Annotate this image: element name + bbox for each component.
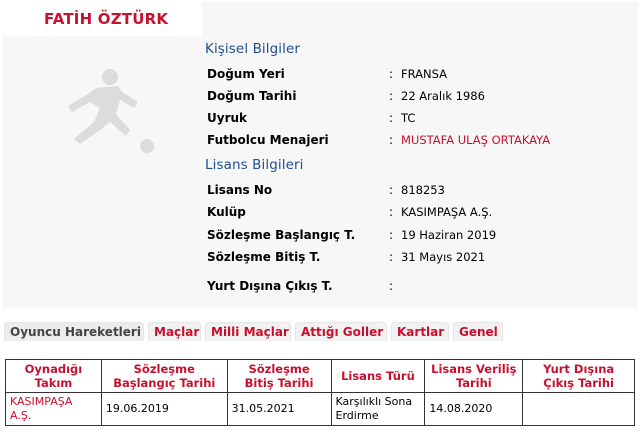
tab-goals[interactable]: Attığı Goller <box>295 322 387 341</box>
colon: : <box>389 183 394 197</box>
col-header-team: Oynadığı Takım <box>5 359 102 393</box>
license-no-value: 818253 <box>401 183 445 197</box>
tab-general[interactable]: Genel <box>453 322 503 341</box>
contract-start-cell: 19.06.2019 <box>100 392 228 426</box>
abroad-transfer-label: Yurt Dışına Çıkış T. <box>207 279 333 293</box>
birthdate-value: 22 Aralık 1986 <box>401 89 485 103</box>
colon: : <box>389 250 394 264</box>
contract-start-value: 19 Haziran 2019 <box>401 228 497 242</box>
colon: : <box>389 89 394 103</box>
tab-cards[interactable]: Kartlar <box>391 322 449 341</box>
license-info-title: Lisans Bilgileri <box>205 157 304 173</box>
colon: : <box>389 133 394 147</box>
contract-end-value: 31 Mayıs 2021 <box>401 250 486 264</box>
colon: : <box>389 228 394 242</box>
contract-start-label: Sözleşme Başlangıç T. <box>207 228 356 242</box>
colon: : <box>389 279 394 293</box>
player-profile-panel: FATİH ÖZTÜRK Kişisel Bilgiler Doğum Yeri… <box>2 2 638 308</box>
club-value: KASIMPAŞA A.Ş. <box>401 205 493 219</box>
license-no-label: Lisans No <box>207 183 273 197</box>
col-header-abroad-transfer: Yurt Dışına Çıkış Tarihi <box>522 359 635 393</box>
col-header-contract-start: Sözleşme Başlangıç Tarihi <box>100 359 228 393</box>
birthdate-label: Doğum Tarihi <box>207 89 297 103</box>
birthplace-value: FRANSA <box>401 67 447 81</box>
license-issued-cell: 14.08.2020 <box>424 392 524 426</box>
tab-matches[interactable]: Maçlar <box>148 322 201 341</box>
nationality-label: Uyruk <box>207 111 248 125</box>
contract-end-cell: 31.05.2021 <box>226 392 332 426</box>
col-header-contract-end: Sözleşme Bitiş Tarihi <box>226 359 332 393</box>
agent-link[interactable]: MUSTAFA ULAŞ ORTAKAYA <box>401 133 550 147</box>
birthplace-label: Doğum Yeri <box>207 67 285 81</box>
license-type-cell: Karşılıklı Sona Erdirme <box>330 392 426 426</box>
nationality-value: TC <box>401 111 416 125</box>
football-player-silhouette-icon <box>68 69 154 153</box>
col-header-license-issued: Lisans Veriliş Tarihi <box>424 359 524 393</box>
col-header-license-type: Lisans Türü <box>330 359 426 393</box>
table-header-row: Oynadığı Takım Sözleşme Başlangıç Tarihi S… <box>5 359 635 393</box>
tab-player-movements[interactable]: Oyuncu Hareketleri <box>4 322 144 341</box>
club-label: Kulüp <box>207 205 246 219</box>
abroad-transfer-cell <box>522 392 635 426</box>
table-row: KASIMPAŞA A.Ş. 19.06.2019 31.05.2021 Karş… <box>5 392 635 426</box>
player-name: FATİH ÖZTÜRK <box>44 10 169 28</box>
colon: : <box>389 205 394 219</box>
personal-info-title: Kişisel Bilgiler <box>205 41 301 57</box>
colon: : <box>389 111 394 125</box>
agent-label: Futbolcu Menajeri <box>207 133 329 147</box>
tab-national-matches[interactable]: Milli Maçlar <box>205 322 291 341</box>
colon: : <box>389 67 394 81</box>
player-movements-table: Oynadığı Takım Sözleşme Başlangıç Tarihi S… <box>5 359 635 426</box>
team-link[interactable]: KASIMPAŞA A.Ş. <box>5 392 102 426</box>
contract-end-label: Sözleşme Bitiş T. <box>207 250 321 264</box>
player-name-tab: FATİH ÖZTÜRK <box>2 2 202 36</box>
